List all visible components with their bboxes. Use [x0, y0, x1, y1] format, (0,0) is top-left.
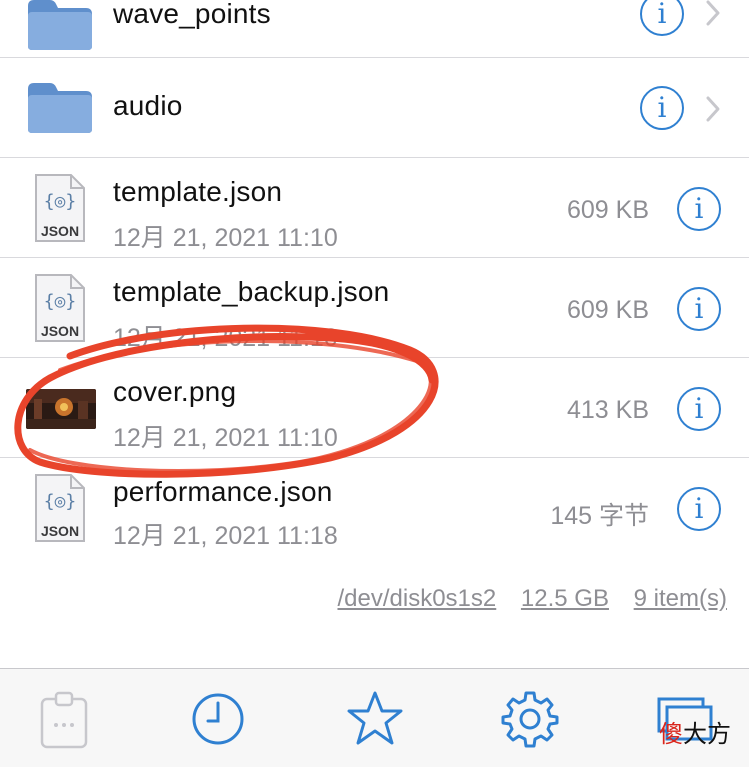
file-name: cover.png [113, 376, 237, 407]
file-browser-screen: wave_points i audio i {◎} JSON template.… [0, 0, 749, 767]
file-name: template_backup.json [113, 276, 390, 307]
file-date: 12月 21, 2021 11:10 [113, 424, 338, 452]
info-icon[interactable]: i [640, 86, 684, 130]
list-item-folder[interactable]: wave_points i [0, 0, 749, 58]
list-item-file[interactable]: {◎} JSON template_backup.json 12月 21, 20… [0, 258, 749, 358]
favorites-star-icon[interactable] [345, 689, 405, 749]
tab-bar [0, 668, 749, 767]
file-name: wave_points [113, 0, 271, 29]
file-size: 609 KB [566, 296, 649, 324]
disk-path-link[interactable]: /dev/disk0s1s2 [337, 585, 496, 612]
folder-icon [28, 83, 92, 133]
svg-text:JSON: JSON [41, 323, 79, 339]
info-icon[interactable]: i [640, 0, 684, 36]
list-item-file[interactable]: cover.png 12月 21, 2021 11:10 413 KB i [0, 358, 749, 458]
watermark: 傻大方 [659, 714, 731, 749]
folder-icon [28, 0, 92, 50]
watermark-text-black: 大方 [683, 721, 731, 748]
svg-text:{◎}: {◎} [44, 491, 77, 512]
list-item-folder[interactable]: audio i [0, 58, 749, 158]
list-item-file[interactable]: {◎} JSON template.json 12月 21, 2021 11:1… [0, 158, 749, 258]
list-item-file[interactable]: {◎} JSON performance.json 12月 21, 2021 1… [0, 458, 749, 558]
item-count-link[interactable]: 9 item(s) [634, 585, 727, 612]
info-icon[interactable]: i [677, 287, 721, 331]
file-date: 12月 21, 2021 11:18 [113, 522, 338, 550]
file-name: audio [113, 90, 183, 121]
capacity-link[interactable]: 12.5 GB [521, 585, 609, 612]
file-size: 609 KB [566, 196, 649, 224]
file-name: template.json [113, 176, 283, 207]
image-thumbnail [26, 389, 96, 429]
info-icon[interactable]: i [677, 487, 721, 531]
clipboard-icon[interactable] [34, 689, 94, 749]
svg-text:{◎}: {◎} [44, 291, 77, 312]
storage-stats: /dev/disk0s1s2 12.5 GB 9 item(s) [319, 585, 727, 613]
watermark-text-red: 傻 [659, 721, 683, 748]
file-size: 145 字节 [550, 502, 649, 530]
chevron-right-icon [706, 0, 720, 26]
chevron-right-icon [706, 96, 720, 122]
recents-clock-icon[interactable] [188, 689, 248, 749]
svg-text:JSON: JSON [41, 523, 79, 539]
json-file-icon: {◎} JSON [35, 274, 85, 342]
info-icon[interactable]: i [677, 387, 721, 431]
svg-text:JSON: JSON [41, 223, 79, 239]
file-name: performance.json [113, 476, 333, 507]
json-file-icon: {◎} JSON [35, 174, 85, 242]
svg-text:{◎}: {◎} [44, 191, 77, 212]
json-file-icon: {◎} JSON [35, 474, 85, 542]
file-date: 12月 21, 2021 11:10 [113, 324, 338, 352]
settings-gear-icon[interactable] [500, 689, 560, 749]
file-date: 12月 21, 2021 11:10 [113, 224, 338, 252]
file-size: 413 KB [566, 396, 649, 424]
info-icon[interactable]: i [677, 187, 721, 231]
